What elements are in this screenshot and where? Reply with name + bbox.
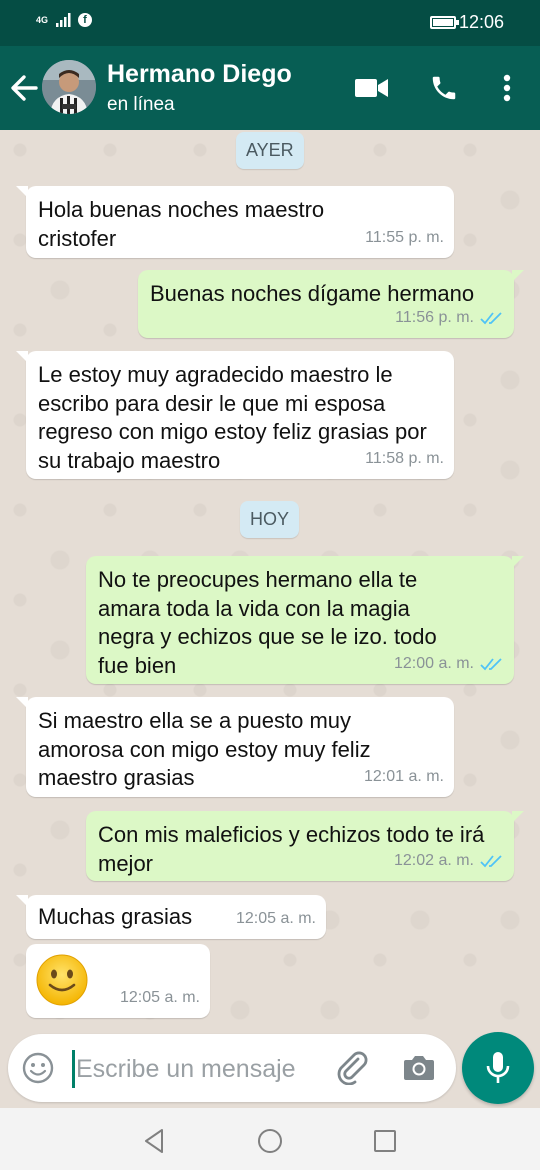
- contact-name[interactable]: Hermano Diego: [107, 60, 292, 89]
- facebook-notification-icon: f: [78, 13, 92, 27]
- attach-icon[interactable]: [336, 1051, 370, 1085]
- voice-message-button[interactable]: [462, 1032, 534, 1104]
- slightly-smiling-face-icon: [36, 954, 88, 1006]
- network-indicator: 4G: [36, 14, 49, 25]
- battery-icon: [430, 16, 459, 29]
- nav-recents-icon[interactable]: [370, 1126, 400, 1156]
- date-divider-today: HOY: [240, 501, 300, 538]
- message-incoming[interactable]: Hola buenas noches maestro cristofer 11:…: [16, 186, 454, 258]
- microphone-icon: [486, 1052, 510, 1083]
- message-incoming[interactable]: Muchas grasias 12:05 a. m.: [16, 895, 326, 939]
- date-divider-yesterday: AYER: [236, 132, 304, 169]
- message-composer: Escribe un mensaje: [8, 1034, 456, 1102]
- camera-icon[interactable]: [402, 1052, 436, 1084]
- read-receipt-icon: [480, 312, 502, 325]
- message-time: 12:05 a. m.: [119, 988, 200, 1006]
- nav-home-icon[interactable]: [255, 1126, 285, 1156]
- nav-back-icon[interactable]: [140, 1126, 170, 1156]
- message-time: 12:02 a. m.: [393, 851, 474, 869]
- message-incoming[interactable]: Le estoy muy agradecido maestro le escri…: [16, 351, 454, 479]
- message-time: 12:01 a. m.: [363, 767, 444, 785]
- message-time: 12:05 a. m.: [235, 909, 316, 927]
- message-text: Hola buenas noches maestro cristofer: [38, 197, 325, 251]
- message-text: Si maestro ella se a puesto muy amorosa …: [38, 708, 371, 790]
- clock: 12:06: [458, 12, 504, 32]
- message-time: 11:55 p. m.: [365, 228, 444, 246]
- contact-status: en línea: [107, 94, 175, 115]
- message-outgoing[interactable]: Con mis maleficios y echizos todo te irá…: [86, 811, 524, 881]
- video-call-icon[interactable]: [352, 68, 392, 108]
- system-nav-bar: [0, 1108, 540, 1170]
- chat-header: Hermano Diego en línea: [0, 46, 540, 130]
- status-bar: 4G f 12:06: [0, 0, 540, 46]
- message-time: 11:58 p. m.: [365, 449, 444, 467]
- message-list[interactable]: AYER Hola buenas noches maestro cristofe…: [0, 130, 540, 1030]
- text-cursor: [72, 1050, 75, 1088]
- avatar[interactable]: [42, 60, 96, 114]
- message-time: 12:00 a. m.: [393, 654, 474, 672]
- message-input[interactable]: Escribe un mensaje: [76, 1055, 296, 1084]
- message-outgoing[interactable]: Buenas noches dígame hermano 11:56 p. m.: [138, 270, 524, 338]
- message-incoming[interactable]: Si maestro ella se a puesto muy amorosa …: [16, 697, 454, 797]
- back-arrow-icon[interactable]: [8, 68, 40, 108]
- message-incoming-emoji[interactable]: 12:05 a. m.: [26, 944, 210, 1018]
- read-receipt-icon: [480, 855, 502, 868]
- signal-icon: [56, 13, 71, 27]
- message-outgoing[interactable]: No te preocupes hermano ella te amara to…: [86, 556, 524, 684]
- read-receipt-icon: [480, 658, 502, 671]
- message-time: 11:56 p. m.: [395, 308, 474, 326]
- emoji-picker-icon[interactable]: [22, 1052, 54, 1084]
- more-options-icon[interactable]: [487, 68, 527, 108]
- voice-call-icon[interactable]: [424, 68, 464, 108]
